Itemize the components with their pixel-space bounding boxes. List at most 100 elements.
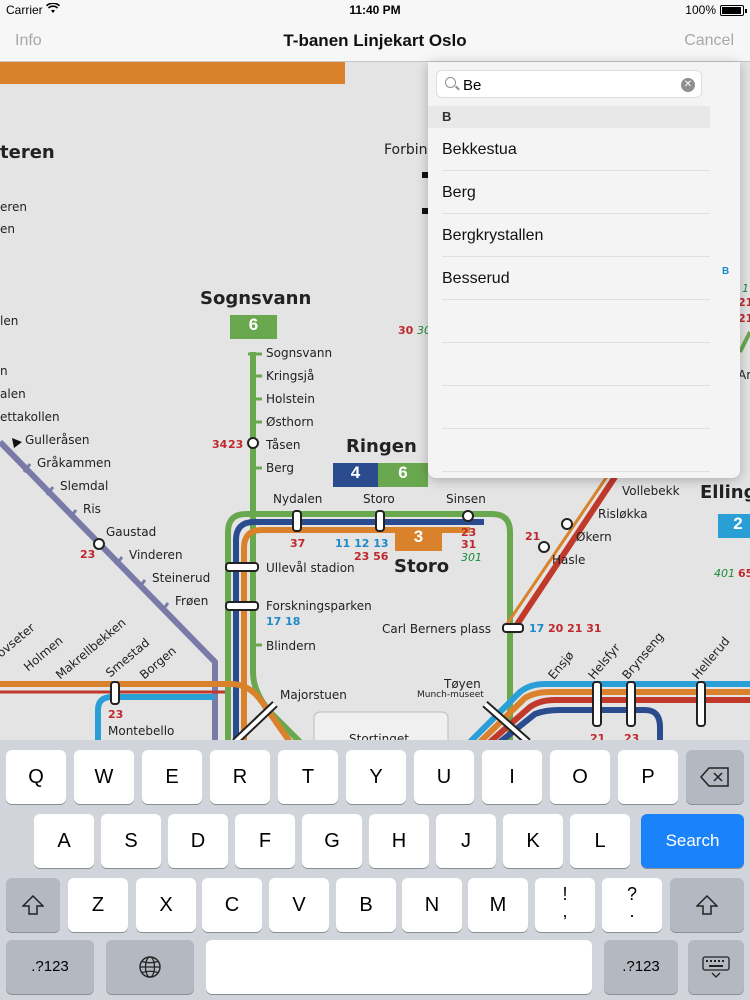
key-h[interactable]: H xyxy=(369,814,429,868)
map-title-sognsvann: Sognsvann xyxy=(200,288,312,309)
key-f[interactable]: F xyxy=(235,814,295,868)
station-label: Gaustad xyxy=(106,525,157,539)
station-label: Sognsvann xyxy=(266,346,333,360)
line-badge-3: 3 xyxy=(395,527,442,551)
space-key[interactable] xyxy=(206,940,592,994)
station-label: Ullevål stadion xyxy=(266,561,355,575)
numbers-key-left[interactable]: .?123 xyxy=(6,940,94,994)
bus-number: 37 xyxy=(290,537,306,550)
map-label: teren xyxy=(0,142,55,163)
station-label: Holstein xyxy=(266,392,315,406)
key-k[interactable]: K xyxy=(503,814,563,868)
key-p[interactable]: P xyxy=(618,750,678,804)
station-label: Kringsjå xyxy=(266,369,315,383)
station-label: Berg xyxy=(266,461,294,475)
key-c[interactable]: C xyxy=(202,878,262,932)
search-field[interactable]: ✕ xyxy=(436,70,702,98)
station-label: Sinsen xyxy=(446,492,486,506)
search-icon xyxy=(445,77,456,88)
line-badge-6: 6 xyxy=(230,315,277,339)
key-u[interactable]: U xyxy=(414,750,474,804)
key-l[interactable]: L xyxy=(570,814,630,868)
map-header-block xyxy=(0,62,345,84)
station-label: Montebello xyxy=(108,724,175,738)
dismiss-keyboard-key[interactable] xyxy=(688,940,744,994)
bus-number: 21 xyxy=(525,530,541,543)
key-o[interactable]: O xyxy=(550,750,610,804)
shift-key-right[interactable] xyxy=(670,878,744,932)
map-label: ettakollen xyxy=(0,410,60,424)
station-label: Slemdal xyxy=(60,479,109,493)
shift-icon xyxy=(695,894,719,915)
bus-number: 17 xyxy=(529,622,545,635)
list-item[interactable]: Berg xyxy=(442,171,710,214)
key-x[interactable]: X xyxy=(136,878,196,932)
screen: Carrier 11:40 PM 100% Info T-banen Linje… xyxy=(0,0,750,1000)
list-item[interactable]: Besserud xyxy=(442,257,710,300)
key-r[interactable]: R xyxy=(210,750,270,804)
key-a[interactable]: A xyxy=(34,814,94,868)
station-label: Frøen xyxy=(175,594,209,608)
key-exclaim-comma[interactable]: !, xyxy=(535,878,595,932)
key-y[interactable]: Y xyxy=(346,750,406,804)
key-glyph: . xyxy=(629,901,635,921)
empty-row xyxy=(442,300,710,343)
line-badge-4: 4 xyxy=(333,463,378,487)
key-s[interactable]: S xyxy=(101,814,161,868)
section-header: B xyxy=(428,106,710,128)
globe-key[interactable] xyxy=(106,940,194,994)
backspace-key[interactable] xyxy=(686,750,744,804)
search-key[interactable]: Search xyxy=(641,814,744,868)
clear-icon[interactable]: ✕ xyxy=(681,78,695,92)
result-list: Bekkestua Berg Bergkrystallen Besserud xyxy=(428,128,710,472)
navigation-bar: Info T-banen Linjekart Oslo Cancel xyxy=(0,20,750,62)
list-item[interactable]: Bekkestua xyxy=(442,128,710,171)
key-v[interactable]: V xyxy=(269,878,329,932)
bus-number: 20 21 31 xyxy=(548,622,602,635)
key-i[interactable]: I xyxy=(482,750,542,804)
empty-row xyxy=(442,386,710,429)
station-label: Carl Berners plass xyxy=(382,622,491,636)
key-w[interactable]: W xyxy=(74,750,134,804)
list-item[interactable]: Bergkrystallen xyxy=(442,214,710,257)
key-question-period[interactable]: ?. xyxy=(602,878,662,932)
shift-key-left[interactable] xyxy=(6,878,60,932)
numbers-key-right[interactable]: .?123 xyxy=(604,940,678,994)
page-title: T-banen Linjekart Oslo xyxy=(283,31,467,50)
map-label: eren xyxy=(0,200,28,214)
key-g[interactable]: G xyxy=(302,814,362,868)
key-z[interactable]: Z xyxy=(68,878,128,932)
station-label: Nydalen xyxy=(273,492,323,506)
map-label: alen xyxy=(0,387,26,401)
station-label: Risløkka xyxy=(598,507,648,521)
keyboard-dismiss-icon xyxy=(702,956,730,978)
key-b[interactable]: B xyxy=(336,878,396,932)
bus-number: 23 56 xyxy=(354,550,389,563)
station-label: Tøyen xyxy=(444,677,481,691)
bus-number: 301 xyxy=(461,551,482,564)
bus-number: 1 xyxy=(742,282,749,295)
key-t[interactable]: T xyxy=(278,750,338,804)
section-index-letter[interactable]: B xyxy=(722,266,729,277)
map-label: Elling xyxy=(700,482,750,503)
key-q[interactable]: Q xyxy=(6,750,66,804)
station-label: Ris xyxy=(83,502,101,516)
bus-number: 31 xyxy=(461,538,477,551)
key-glyph: , xyxy=(562,901,568,921)
bus-number: 30 xyxy=(398,324,414,337)
bus-number: 23 xyxy=(108,708,124,721)
cancel-button[interactable]: Cancel xyxy=(684,32,734,50)
station-label: Gråkammen xyxy=(37,456,112,470)
bus-number: 23 xyxy=(80,548,96,561)
map-label: en xyxy=(0,222,15,236)
line-orange-east xyxy=(503,471,612,628)
empty-row xyxy=(442,343,710,386)
station-label: Økern xyxy=(576,530,612,544)
search-input[interactable] xyxy=(463,74,683,96)
key-j[interactable]: J xyxy=(436,814,496,868)
station-label: Munch-museet xyxy=(417,690,484,700)
key-d[interactable]: D xyxy=(168,814,228,868)
key-m[interactable]: M xyxy=(468,878,528,932)
key-e[interactable]: E xyxy=(142,750,202,804)
key-n[interactable]: N xyxy=(402,878,462,932)
